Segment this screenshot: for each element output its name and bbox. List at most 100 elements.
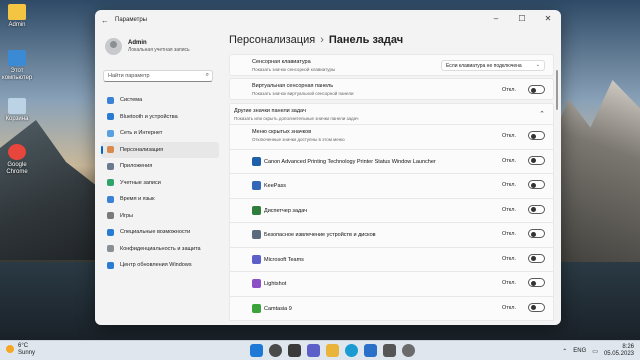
breadcrumb-separator: › [320, 34, 324, 46]
sun-icon [6, 345, 14, 353]
network-status-icon[interactable]: ▭ [592, 348, 598, 355]
minimize-button[interactable]: – [483, 10, 509, 28]
desktop-icon-label: Корзина [5, 116, 29, 122]
toggle-state: Откл. [501, 157, 516, 164]
hidden-icons-menu-toggle[interactable] [528, 131, 545, 140]
file-explorer-icon[interactable] [326, 344, 339, 357]
sidebar-item-network[interactable]: Сеть и Интернет [101, 125, 219, 142]
search-input[interactable]: Найти параметр ⌕ [103, 70, 213, 82]
breadcrumb: Персонализация › Панель задач [229, 34, 403, 46]
sidebar-item-label: Персонализация [120, 146, 164, 153]
toggle-state: Откл. [501, 206, 516, 213]
task-manager-toggle[interactable] [528, 204, 545, 214]
taskbar-apps [250, 344, 415, 357]
sidebar-item-personalization[interactable]: Персонализация [101, 141, 219, 158]
sidebar-item-gaming[interactable]: Игры [101, 208, 219, 225]
toggle-state: Откл. [501, 182, 516, 188]
sidebar-item-bluetooth[interactable]: Bluetooth и устройства [101, 109, 219, 126]
sidebar-item-accounts[interactable]: Учетные записи [101, 175, 219, 192]
user-profile[interactable]: Admin Локальная учетная запись [105, 38, 190, 55]
maximize-button[interactable]: ☐ [509, 10, 535, 28]
back-arrow-icon[interactable]: ← [95, 16, 115, 25]
toggle-state: Откл. [501, 133, 516, 139]
toggle-state: Откл. [501, 87, 516, 93]
virtual-touchpad-toggle[interactable] [528, 85, 545, 94]
system-tray: ⌃ ENG ▭ 8:26 05.05.2023 [562, 344, 634, 358]
setting-subtitle: Показать значок сенсорной клавиатуры [252, 67, 336, 72]
chevron-down-icon: ⌄ [535, 62, 540, 68]
toggle-state: Откл. [501, 255, 516, 262]
folder-user-icon [8, 4, 26, 20]
setting-task-manager: Диспетчер задач Откл. [229, 198, 554, 223]
settings-list: Сенсорная клавиатура Показать значок сен… [229, 54, 554, 321]
scrollbar[interactable] [556, 70, 558, 110]
weather-condition: Sunny [18, 350, 36, 356]
search-icon: ⌕ [205, 72, 209, 78]
language-indicator[interactable]: ENG [573, 348, 586, 354]
desktop-icon-admin[interactable]: Admin [2, 4, 32, 29]
gamepad-icon [107, 212, 114, 220]
sidebar-item-accessibility[interactable]: Специальные возможности [101, 224, 219, 241]
teams-toggle[interactable] [528, 253, 545, 263]
setting-microsoft-teams: Microsoft Teams Откл. [229, 247, 554, 272]
setting-subtitle: Отключенные значки доступны в этом меню [252, 137, 345, 142]
start-icon[interactable] [250, 344, 263, 357]
edge-icon[interactable] [345, 344, 358, 357]
teams-chat-icon[interactable] [307, 344, 320, 357]
store-icon[interactable] [364, 344, 377, 357]
settings-gear-icon[interactable] [402, 344, 415, 357]
usb-eject-icon [252, 230, 261, 239]
canon-launcher-toggle[interactable] [528, 155, 545, 165]
desktop-icon-chrome[interactable]: Google Chrome [2, 144, 32, 176]
clock-date: 05.05.2023 [603, 351, 634, 357]
sidebar-item-apps[interactable]: Приложения [101, 158, 219, 175]
settings-window: ← Параметры – ☐ ✕ Admin Локальная учетна… [95, 10, 561, 325]
teams-icon [252, 254, 261, 264]
sidebar-item-windows-update[interactable]: Центр обновления Windows [101, 257, 219, 274]
task-manager-icon [252, 205, 261, 215]
sidebar-item-system[interactable]: Система [101, 92, 219, 109]
dropdown-value: Если клавиатура не подключена [446, 63, 522, 69]
sidebar-item-label: Система [120, 97, 143, 104]
setting-safe-remove: Безопасное извлечение устройств и дисков… [229, 223, 554, 248]
lightshot-toggle[interactable] [528, 278, 545, 287]
breadcrumb-parent[interactable]: Персонализация [229, 34, 315, 46]
toggle-state: Откл. [501, 280, 516, 286]
clock[interactable]: 8:26 05.05.2023 [604, 344, 634, 358]
setting-lightshot: Lightshot Откл. [229, 272, 554, 297]
camtasia-toggle[interactable] [528, 302, 545, 312]
search-icon[interactable] [269, 344, 282, 357]
weather-temp: 6°C [18, 343, 29, 349]
section-other-taskbar-icons[interactable]: Другие значки панели задач Показать или … [229, 103, 554, 125]
computer-icon [8, 50, 26, 66]
keepass-toggle[interactable] [528, 180, 545, 189]
task-view-icon[interactable] [288, 344, 301, 357]
bluetooth-icon [107, 113, 114, 121]
touch-keyboard-dropdown[interactable]: Если клавиатура не подключена ⌄ [441, 60, 545, 71]
close-button[interactable]: ✕ [535, 10, 561, 28]
clock-globe-icon [107, 195, 114, 203]
calculator-icon[interactable] [383, 344, 396, 357]
setting-title: Сенсорная клавиатура [252, 59, 311, 65]
sidebar-item-time-language[interactable]: Время и язык [101, 191, 219, 208]
weather-widget[interactable]: 6°C Sunny [6, 343, 35, 357]
setting-title: Виртуальная сенсорная панель [252, 83, 334, 89]
sidebar-item-label: Время и язык [120, 196, 155, 203]
setting-canon-launcher: Canon Advanced Printing Technology Print… [229, 149, 554, 174]
chevron-up-icon[interactable]: ⌃ [562, 348, 567, 355]
chrome-icon [8, 144, 26, 160]
section-title: Другие значки панели задач [234, 108, 306, 114]
safe-remove-toggle[interactable] [528, 229, 545, 238]
main-content: Персонализация › Панель задач Сенсорная кл… [223, 30, 561, 325]
recycle-bin-icon [8, 98, 26, 114]
update-icon [107, 261, 114, 269]
setting-title: Camtasia 9 [264, 305, 292, 312]
desktop-icon-recycle-bin[interactable]: Корзина [2, 98, 32, 123]
accessibility-icon [107, 228, 114, 236]
desktop-icon-this-pc[interactable]: Этот компьютер [2, 50, 32, 82]
sidebar-item-label: Учетные записи [120, 179, 161, 186]
search-placeholder: Найти параметр [108, 73, 150, 79]
taskbar: 6°C Sunny ⌃ ENG ▭ 8:26 05.05.2023 [0, 340, 640, 360]
sidebar-item-label: Конфиденциальность и защита [120, 245, 201, 252]
sidebar-item-privacy[interactable]: Конфиденциальность и защита [101, 241, 219, 258]
